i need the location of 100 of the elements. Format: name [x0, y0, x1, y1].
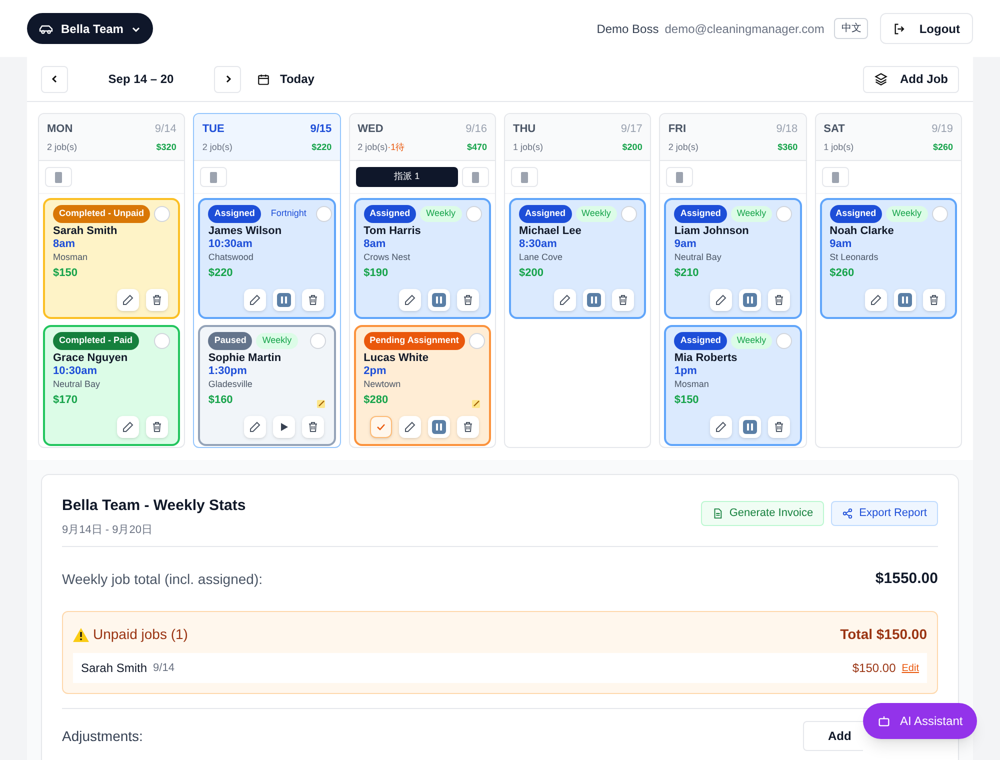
job-card[interactable]: Completed - Unpaid Sarah Smith 8am Mosman $150: [43, 198, 180, 319]
suburb: Crows Nest: [364, 251, 412, 264]
job-price: $220: [208, 267, 234, 280]
pencil-icon: [248, 421, 261, 433]
resume-button[interactable]: [272, 416, 295, 438]
job-card[interactable]: Assigned Weekly Noah Clarke 9am St Leonards $260: [820, 198, 957, 319]
edit-button[interactable]: [117, 289, 140, 311]
pencil-icon: [714, 294, 727, 306]
edit-button[interactable]: [244, 289, 266, 311]
pause-icon: [742, 420, 757, 434]
export-report-button[interactable]: Export Report: [831, 501, 938, 526]
delete-button[interactable]: [146, 289, 168, 311]
pause-button[interactable]: [738, 416, 761, 438]
assign-button[interactable]: 指派 1: [356, 167, 458, 187]
delete-button[interactable]: [302, 416, 324, 438]
edit-link[interactable]: Edit: [902, 660, 919, 676]
job-card[interactable]: Assigned Fortnight James Wilson 10:30am Chatswood $220: [198, 198, 336, 319]
pause-button[interactable]: [738, 289, 761, 311]
phone-button[interactable]: [822, 167, 849, 187]
delete-button[interactable]: [612, 289, 634, 311]
phone-button[interactable]: [666, 167, 694, 187]
delete-button[interactable]: [302, 289, 324, 311]
day-date: 9/14: [154, 122, 176, 137]
logout-button[interactable]: Logout: [880, 13, 973, 44]
day-total: $260: [932, 140, 953, 154]
delete-button[interactable]: [768, 289, 790, 311]
pencil-icon: [714, 421, 727, 433]
today-button[interactable]: Today: [257, 70, 314, 88]
pause-icon: [432, 420, 446, 434]
select-checkbox[interactable]: [310, 333, 326, 349]
delete-button[interactable]: [456, 289, 479, 311]
ai-assistant-button[interactable]: AI Assistant: [863, 703, 977, 739]
delete-button[interactable]: [456, 416, 479, 438]
add-adjustment-button[interactable]: Add: [803, 721, 863, 751]
day-name: TUE: [202, 122, 224, 137]
phone-button[interactable]: [200, 167, 228, 187]
job-price: $260: [830, 267, 856, 280]
pause-button[interactable]: [894, 289, 916, 311]
job-card[interactable]: Completed - Paid Grace Nguyen 10:30am Neutral Bay $170: [43, 325, 180, 446]
phone-button[interactable]: [45, 167, 72, 187]
job-price: $190: [364, 267, 390, 280]
job-card[interactable]: Assigned Weekly Mia Roberts 1pm Mosman $150: [664, 325, 802, 446]
client-name: Mia Roberts: [674, 352, 738, 365]
team-selector[interactable]: Bella Team: [27, 13, 154, 44]
select-checkbox[interactable]: [932, 206, 948, 222]
pause-button[interactable]: [428, 289, 450, 311]
edit-button[interactable]: [244, 416, 266, 438]
trash-icon: [306, 421, 319, 433]
edit-button[interactable]: [398, 416, 421, 438]
select-checkbox[interactable]: [154, 206, 170, 222]
select-checkbox[interactable]: [154, 333, 170, 349]
select-checkbox[interactable]: [466, 206, 482, 222]
job-card[interactable]: Paused Weekly Sophie Martin 1:30pm Gladesville $160: [198, 325, 336, 446]
delete-button[interactable]: [922, 289, 945, 311]
approve-button[interactable]: [370, 416, 392, 438]
select-checkbox[interactable]: [316, 206, 332, 222]
previous-week-button[interactable]: [41, 66, 68, 92]
pause-icon: [742, 293, 757, 307]
client-name: Lucas White: [364, 352, 430, 365]
phone-button[interactable]: [462, 167, 489, 187]
select-checkbox[interactable]: [620, 206, 637, 222]
status-badge: Assigned: [674, 332, 727, 350]
job-card[interactable]: Assigned Weekly Tom Harris 8am Crows Nest $190: [354, 198, 491, 319]
edit-button[interactable]: [554, 289, 576, 311]
delete-button[interactable]: [146, 416, 168, 438]
edit-button[interactable]: [710, 416, 732, 438]
pencil-icon: [122, 421, 134, 433]
pause-button[interactable]: [428, 416, 450, 438]
suburb: Lane Cove: [518, 251, 564, 264]
phone-button[interactable]: [510, 167, 538, 187]
edit-button[interactable]: [864, 289, 887, 311]
job-time: 2pm: [364, 365, 388, 378]
day-name: FRI: [668, 122, 686, 137]
trash-icon: [928, 294, 940, 306]
unpaid-jobs-title: Unpaid jobs (1): [93, 625, 188, 644]
pause-button[interactable]: [272, 289, 295, 311]
phone-icon: [55, 172, 62, 182]
job-card[interactable]: Assigned Weekly Michael Lee 8:30am Lane Cove $200: [508, 198, 646, 319]
stats-date-range: 9月14日 - 9月20日: [62, 522, 154, 538]
unpaid-amount: $150.00: [852, 660, 896, 677]
job-price: $150: [674, 394, 700, 407]
pencil-icon: [404, 421, 416, 433]
job-card[interactable]: Assigned Weekly Liam Johnson 9am Neutral Bay $210: [664, 198, 802, 319]
delete-button[interactable]: [768, 416, 790, 438]
edit-button[interactable]: [398, 289, 421, 311]
select-checkbox[interactable]: [776, 333, 792, 349]
day-name: MON: [47, 122, 73, 137]
select-checkbox[interactable]: [776, 206, 792, 222]
pause-button[interactable]: [583, 289, 606, 311]
generate-invoice-button[interactable]: Generate Invoice: [701, 501, 824, 526]
edit-button[interactable]: [710, 289, 732, 311]
pencil-icon: [559, 294, 572, 306]
recurrence-tag: Weekly: [576, 206, 617, 222]
job-price: $170: [53, 394, 78, 407]
select-checkbox[interactable]: [468, 333, 485, 349]
add-job-button[interactable]: Add Job: [863, 66, 959, 92]
job-card[interactable]: Pending Assignment Lucas White 2pm Newtown $280: [354, 325, 491, 446]
edit-button[interactable]: [117, 416, 140, 438]
language-button[interactable]: 中文: [834, 18, 868, 39]
next-week-button[interactable]: [214, 66, 241, 92]
